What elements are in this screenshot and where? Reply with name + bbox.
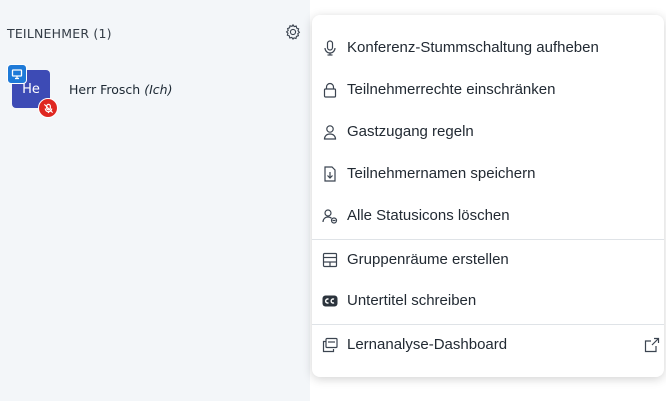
dashboard-icon <box>322 337 338 353</box>
menu-item-label: Teilnehmerrechte einschränken <box>347 81 556 98</box>
lock-icon <box>322 82 338 98</box>
menu-item-guest-access[interactable]: Gastzugang regeln <box>312 111 664 153</box>
breakout-rooms-icon <box>322 252 338 268</box>
download-file-icon <box>322 166 338 182</box>
participant-name: Herr Frosch (Ich) <box>69 82 172 97</box>
avatar-initials: He <box>22 81 40 97</box>
menu-item-save-names[interactable]: Teilnehmernamen speichern <box>312 153 664 195</box>
presentation-icon <box>7 64 27 84</box>
participant-name-text: Herr Frosch <box>69 82 141 97</box>
menu-item-restrict-rights[interactable]: Teilnehmerrechte einschränken <box>312 69 664 111</box>
menu-item-breakout-rooms[interactable]: Gruppenräume erstellen <box>312 239 664 281</box>
menu-item-label: Lernanalyse-Dashboard <box>347 336 508 353</box>
menu-item-unmute-conference[interactable]: Konferenz-Stummschaltung aufheben <box>312 27 664 69</box>
menu-item-clear-status[interactable]: Alle Statusicons löschen <box>312 195 664 237</box>
participant-list-item[interactable]: He Herr Frosch (Ich) <box>7 64 308 118</box>
microphone-icon <box>322 40 338 56</box>
user-icon <box>322 124 338 140</box>
participant-options-menu: Konferenz-Stummschaltung aufheben Teilne… <box>312 15 664 377</box>
menu-item-captions[interactable]: Untertitel schreiben <box>312 280 664 322</box>
menu-item-learning-dashboard[interactable]: Lernanalyse-Dashboard <box>312 324 664 366</box>
participants-title: TEILNEHMER (1) <box>7 26 112 41</box>
participants-panel: TEILNEHMER (1) He Herr Frosch (Ich) <box>0 0 310 401</box>
closed-captions-icon <box>322 293 338 309</box>
menu-item-label: Gruppenräume erstellen <box>347 251 509 268</box>
menu-item-label: Alle Statusicons löschen <box>347 207 510 224</box>
menu-item-label: Teilnehmernamen speichern <box>347 165 536 182</box>
menu-item-label: Konferenz-Stummschaltung aufheben <box>347 39 599 56</box>
muted-microphone-icon <box>38 98 58 118</box>
clear-status-icon <box>322 208 338 224</box>
participant-self-tag: (Ich) <box>144 82 173 97</box>
menu-item-label: Untertitel schreiben <box>347 292 477 309</box>
menu-item-label: Gastzugang regeln <box>347 123 474 140</box>
gear-icon[interactable] <box>284 23 302 41</box>
external-link-icon <box>644 337 660 353</box>
